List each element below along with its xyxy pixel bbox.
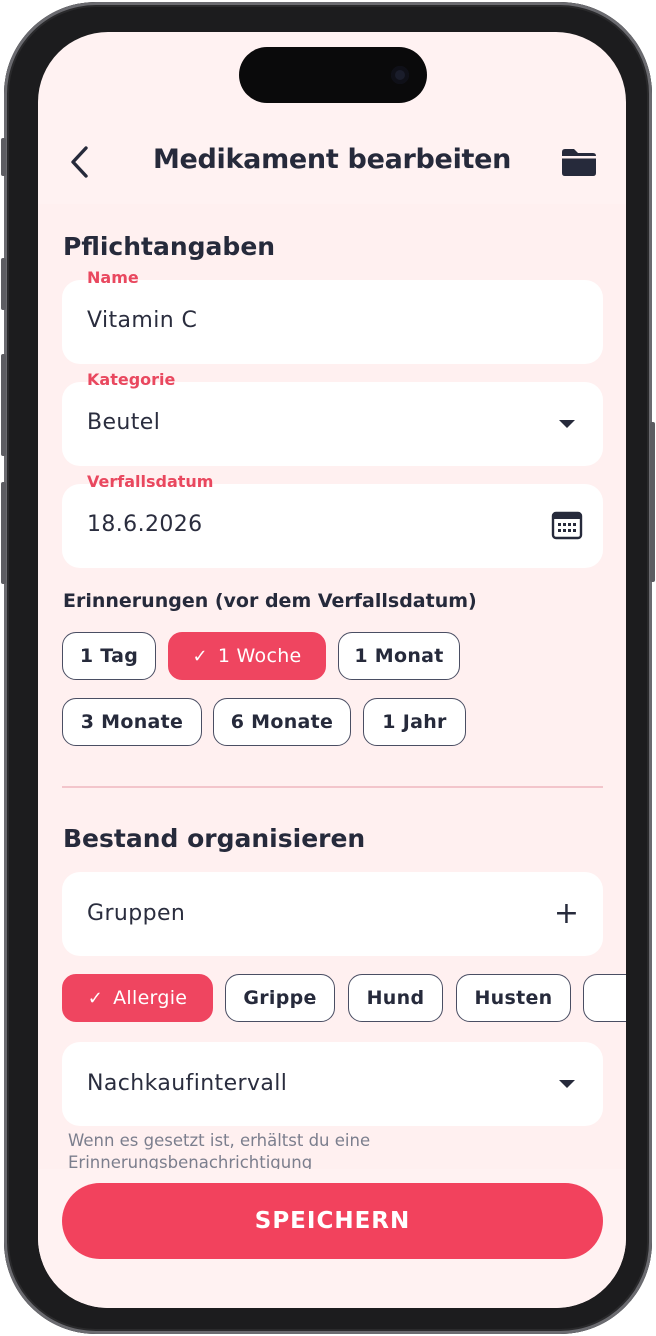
chip-label: Husten <box>474 987 553 1009</box>
check-icon: ✓ <box>192 645 208 667</box>
volume-lower-button <box>1 482 6 584</box>
chip-label: 6 Monate <box>230 711 334 733</box>
name-field[interactable]: Name Vitamin C <box>62 268 603 364</box>
dynamic-island <box>239 47 427 103</box>
reminder-chip-3-months[interactable]: 3 Monate <box>62 698 202 746</box>
section-title-required: Pflichtangaben <box>63 232 276 261</box>
category-label: Kategorie <box>87 370 176 389</box>
chip-label: 1 Monat <box>354 645 444 667</box>
screen: Medikament bearbeiten Pflichtangaben Nam… <box>38 32 626 1308</box>
app-header: Medikament bearbeiten <box>38 122 626 202</box>
scroll-content[interactable]: Pflichtangaben Name Vitamin C Kategorie … <box>38 204 626 1169</box>
expiry-value[interactable]: 18.6.2026 <box>87 512 203 537</box>
section-title-stock: Bestand organisieren <box>63 824 366 853</box>
volume-down-button <box>1 354 6 456</box>
reminder-chip-1-day[interactable]: 1 Tag <box>62 632 156 680</box>
phone-frame: Medikament bearbeiten Pflichtangaben Nam… <box>1 2 655 1334</box>
reminder-chip-1-year[interactable]: 1 Jahr <box>363 698 466 746</box>
power-button <box>650 422 655 582</box>
chip-label: 1 Jahr <box>382 711 447 733</box>
section-divider <box>62 786 603 788</box>
side-switch <box>1 138 6 176</box>
expiry-date-field[interactable]: Verfallsdatum 18.6.2026 <box>62 472 603 568</box>
chip-label: 1 Woche <box>217 645 302 667</box>
name-value[interactable]: Vitamin C <box>87 308 197 333</box>
folder-icon[interactable] <box>560 146 598 178</box>
groups-field[interactable]: Gruppen + <box>62 872 603 956</box>
name-label: Name <box>87 268 139 287</box>
plus-icon[interactable]: + <box>554 899 579 929</box>
reminder-chip-1-month[interactable]: 1 Monat <box>338 632 460 680</box>
repurchase-interval-select[interactable]: Nachkaufintervall <box>62 1042 603 1126</box>
groups-label: Gruppen <box>87 901 186 926</box>
reminder-chip-6-months[interactable]: 6 Monate <box>213 698 351 746</box>
calendar-icon[interactable] <box>551 509 583 541</box>
group-chip-hund[interactable]: Hund <box>348 974 443 1022</box>
chip-label: 1 Tag <box>79 645 139 667</box>
chip-label: Hund <box>366 987 425 1009</box>
page-title: Medikament bearbeiten <box>152 144 512 175</box>
reminder-chip-1-week[interactable]: ✓ 1 Woche <box>168 632 326 680</box>
camera-icon <box>391 66 409 84</box>
volume-up-button <box>1 258 6 310</box>
repurchase-label: Nachkaufintervall <box>87 1071 288 1096</box>
dropdown-caret-icon[interactable] <box>559 1080 575 1088</box>
chip-label: Grippe <box>243 987 317 1009</box>
dropdown-caret-icon[interactable] <box>559 420 575 428</box>
group-chip-husten[interactable]: Husten <box>456 974 571 1022</box>
reminders-heading: Erinnerungen (vor dem Verfallsdatum) <box>63 590 477 612</box>
chip-label: 3 Monate <box>80 711 184 733</box>
category-value[interactable]: Beutel <box>87 410 160 435</box>
category-select[interactable]: Kategorie Beutel <box>62 370 603 466</box>
group-chip-more[interactable] <box>583 974 626 1022</box>
bottom-bar: SPEICHERN <box>38 1169 626 1308</box>
repurchase-hint: Wenn es gesetzt ist, erhältst du eine Er… <box>68 1131 371 1169</box>
chip-label: Allergie <box>113 987 188 1009</box>
check-icon: ✓ <box>87 987 104 1009</box>
group-chip-grippe[interactable]: Grippe <box>225 974 335 1022</box>
expiry-label: Verfallsdatum <box>87 472 214 491</box>
group-chip-allergie[interactable]: ✓ Allergie <box>62 974 213 1022</box>
save-button[interactable]: SPEICHERN <box>62 1183 603 1259</box>
